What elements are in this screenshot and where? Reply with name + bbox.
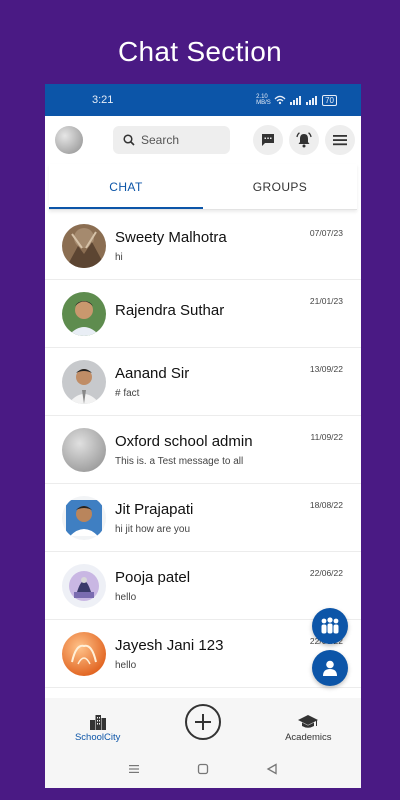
status-bar: 3:21 2.10 MB/S 70 — [45, 84, 361, 116]
avatar — [62, 223, 106, 268]
avatar — [62, 495, 106, 540]
group-icon — [321, 617, 339, 634]
status-icons: 2.10 MB/S 70 — [256, 94, 337, 106]
buildings-icon — [89, 715, 106, 730]
status-time: 3:21 — [92, 94, 114, 106]
last-message: # fact — [115, 387, 140, 399]
last-message: hello — [115, 591, 137, 603]
avatar — [62, 563, 106, 608]
bell-icon — [296, 132, 312, 148]
last-message: hi jit how are you — [115, 523, 191, 535]
message-date: 22/06/22 — [309, 568, 343, 578]
chat-item-rajendra[interactable]: Rajendra Suthar 21/01/23 — [45, 280, 361, 348]
chat-item-aanand[interactable]: Aanand Sir # fact 13/09/22 — [45, 348, 361, 416]
nav-label: Academics — [285, 732, 332, 743]
home-icon[interactable] — [197, 763, 209, 775]
chat-bubble-icon — [262, 134, 274, 146]
message-date: 07/07/23 — [309, 228, 343, 238]
last-message: hi — [115, 251, 123, 263]
page-title: Chat Section — [118, 36, 282, 67]
top-bar: Search — [45, 116, 361, 164]
signal-icon — [290, 96, 302, 105]
profile-avatar[interactable] — [55, 126, 83, 154]
graduation-cap-icon — [298, 715, 319, 728]
signal-icon-2 — [306, 96, 318, 105]
person-icon — [323, 660, 337, 676]
avatar — [62, 291, 106, 336]
message-date: 21/01/23 — [309, 296, 343, 306]
chat-item-oxford-admin[interactable]: Oxford school admin This is. a Test mess… — [45, 416, 361, 484]
chat-item-sweety[interactable]: Sweety Malhotra hi 07/07/23 — [45, 212, 361, 280]
notifications-button[interactable] — [289, 125, 319, 155]
message-date: 18/08/22 — [309, 500, 343, 510]
battery-indicator: 70 — [322, 94, 337, 106]
messages-button[interactable] — [253, 125, 283, 155]
tab-chat[interactable]: CHAT — [49, 164, 203, 209]
chat-item-jit[interactable]: Jit Prajapati hi jit how are you 18/08/2… — [45, 484, 361, 552]
search-box[interactable]: Search — [113, 126, 230, 154]
back-icon[interactable] — [266, 763, 278, 775]
chat-item-pooja[interactable]: Pooja patel hello 22/06/22 — [45, 552, 361, 620]
group-chat-fab[interactable] — [312, 608, 348, 644]
nav-academics[interactable]: Academics — [256, 698, 361, 743]
nav-add[interactable] — [150, 698, 255, 740]
nav-schoolcity[interactable]: SchoolCity — [45, 698, 150, 743]
new-contact-fab[interactable] — [312, 650, 348, 686]
message-date: 13/09/22 — [309, 364, 343, 374]
plus-icon — [194, 714, 211, 730]
add-button[interactable] — [184, 704, 221, 740]
tab-bar: CHAT GROUPS — [49, 164, 357, 210]
avatar — [62, 359, 106, 404]
network-speed: 2.10 MB/S — [256, 94, 271, 106]
bottom-nav: SchoolCity Academics — [45, 698, 361, 750]
last-message: This is. a Test message to all — [115, 455, 244, 467]
avatar — [62, 631, 106, 676]
tab-groups[interactable]: GROUPS — [203, 164, 357, 209]
menu-icon — [333, 135, 347, 146]
search-icon — [123, 134, 135, 146]
recent-apps-icon[interactable] — [128, 764, 140, 774]
system-nav-bar — [45, 750, 361, 788]
phone-screen: 3:21 2.10 MB/S 70 Search CHAT GROUPS Swe… — [45, 84, 361, 788]
nav-label: SchoolCity — [74, 732, 121, 743]
wifi-icon — [274, 95, 286, 105]
search-placeholder: Search — [141, 133, 180, 147]
message-date: 11/09/22 — [310, 432, 343, 442]
avatar — [62, 427, 106, 472]
menu-button[interactable] — [325, 125, 355, 155]
